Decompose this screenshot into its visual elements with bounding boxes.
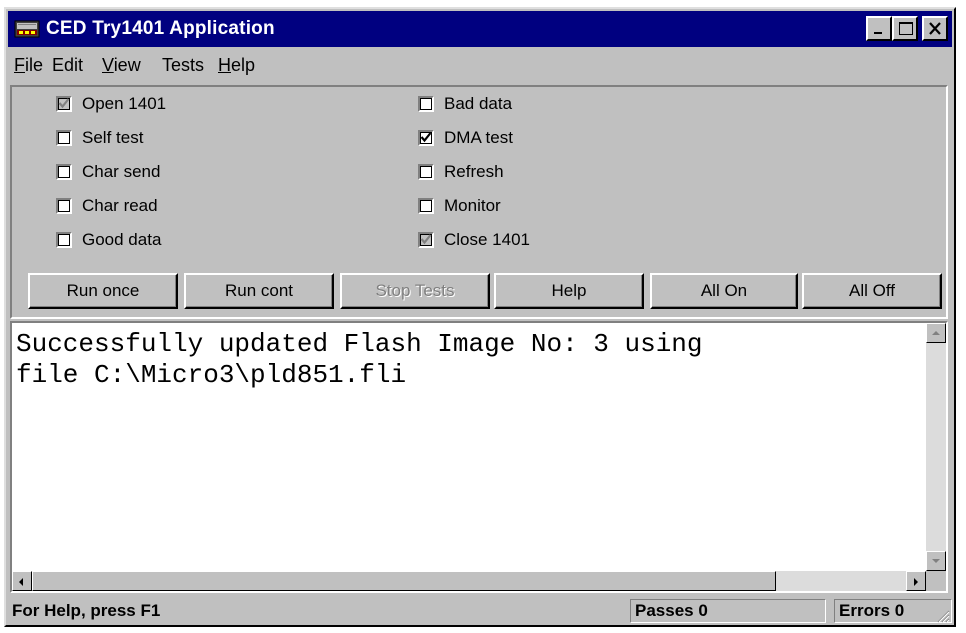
menu-file[interactable]: File	[14, 55, 43, 76]
checkbox-dma-test[interactable]: DMA test	[418, 127, 513, 149]
run-once-button[interactable]: Run once	[28, 273, 178, 309]
close-button[interactable]	[922, 16, 948, 41]
scroll-right-button[interactable]	[906, 571, 926, 591]
scroll-corner	[926, 571, 946, 591]
output-text: Successfully updated Flash Image No: 3 u…	[16, 329, 703, 390]
all-off-button[interactable]: All Off	[802, 273, 942, 309]
checkbox-close-1401[interactable]: Close 1401	[418, 229, 530, 251]
checkbox-open-1401[interactable]: Open 1401	[56, 93, 166, 115]
resize-grip-icon[interactable]	[934, 607, 950, 623]
arrow-right-icon	[914, 578, 918, 586]
menu-edit[interactable]: Edit	[52, 55, 83, 76]
scroll-left-button[interactable]	[12, 571, 32, 591]
horizontal-scroll-thumb[interactable]	[32, 571, 776, 591]
status-passes: Passes 0	[630, 599, 826, 623]
checkbox-self-test[interactable]: Self test	[56, 127, 143, 149]
checkbox-char-read[interactable]: Char read	[56, 195, 158, 217]
scroll-down-button[interactable]	[926, 551, 946, 571]
arrow-left-icon	[19, 578, 23, 586]
minimize-button[interactable]	[866, 16, 892, 41]
menu-bar: File Edit View Tests Help	[8, 49, 952, 83]
status-help-text: For Help, press F1	[12, 601, 161, 620]
menu-view[interactable]: View	[102, 55, 141, 76]
run-cont-button[interactable]: Run cont	[184, 273, 334, 309]
checkbox-refresh[interactable]: Refresh	[418, 161, 504, 183]
minimize-icon	[874, 32, 882, 34]
app-icon[interactable]	[14, 18, 40, 40]
title-bar[interactable]: CED Try1401 Application	[8, 11, 952, 47]
scroll-up-button[interactable]	[926, 323, 946, 343]
checkbox-monitor[interactable]: Monitor	[418, 195, 501, 217]
horizontal-scrollbar[interactable]	[12, 571, 926, 591]
app-window: CED Try1401 Application File Edit View T…	[4, 7, 956, 627]
vertical-scrollbar[interactable]	[926, 323, 946, 571]
checkbox-char-send[interactable]: Char send	[56, 161, 160, 183]
close-icon	[929, 22, 941, 35]
arrow-down-icon	[932, 559, 940, 563]
status-bar: For Help, press F1 Passes 0 Errors 0	[8, 597, 952, 625]
help-button[interactable]: Help	[494, 273, 644, 309]
checkbox-bad-data[interactable]: Bad data	[418, 93, 512, 115]
menu-tests[interactable]: Tests	[162, 55, 204, 76]
checkbox-good-data[interactable]: Good data	[56, 229, 161, 251]
stop-tests-button[interactable]: Stop Tests	[340, 273, 490, 309]
all-on-button[interactable]: All On	[650, 273, 798, 309]
test-options-panel: Open 1401 Self test Char send Char read …	[10, 85, 948, 319]
maximize-button[interactable]	[892, 16, 918, 41]
window-title: CED Try1401 Application	[46, 18, 275, 39]
maximize-icon	[899, 22, 913, 35]
menu-help[interactable]: Help	[218, 55, 255, 76]
arrow-up-icon	[932, 331, 940, 335]
output-text-area[interactable]: Successfully updated Flash Image No: 3 u…	[10, 321, 948, 593]
